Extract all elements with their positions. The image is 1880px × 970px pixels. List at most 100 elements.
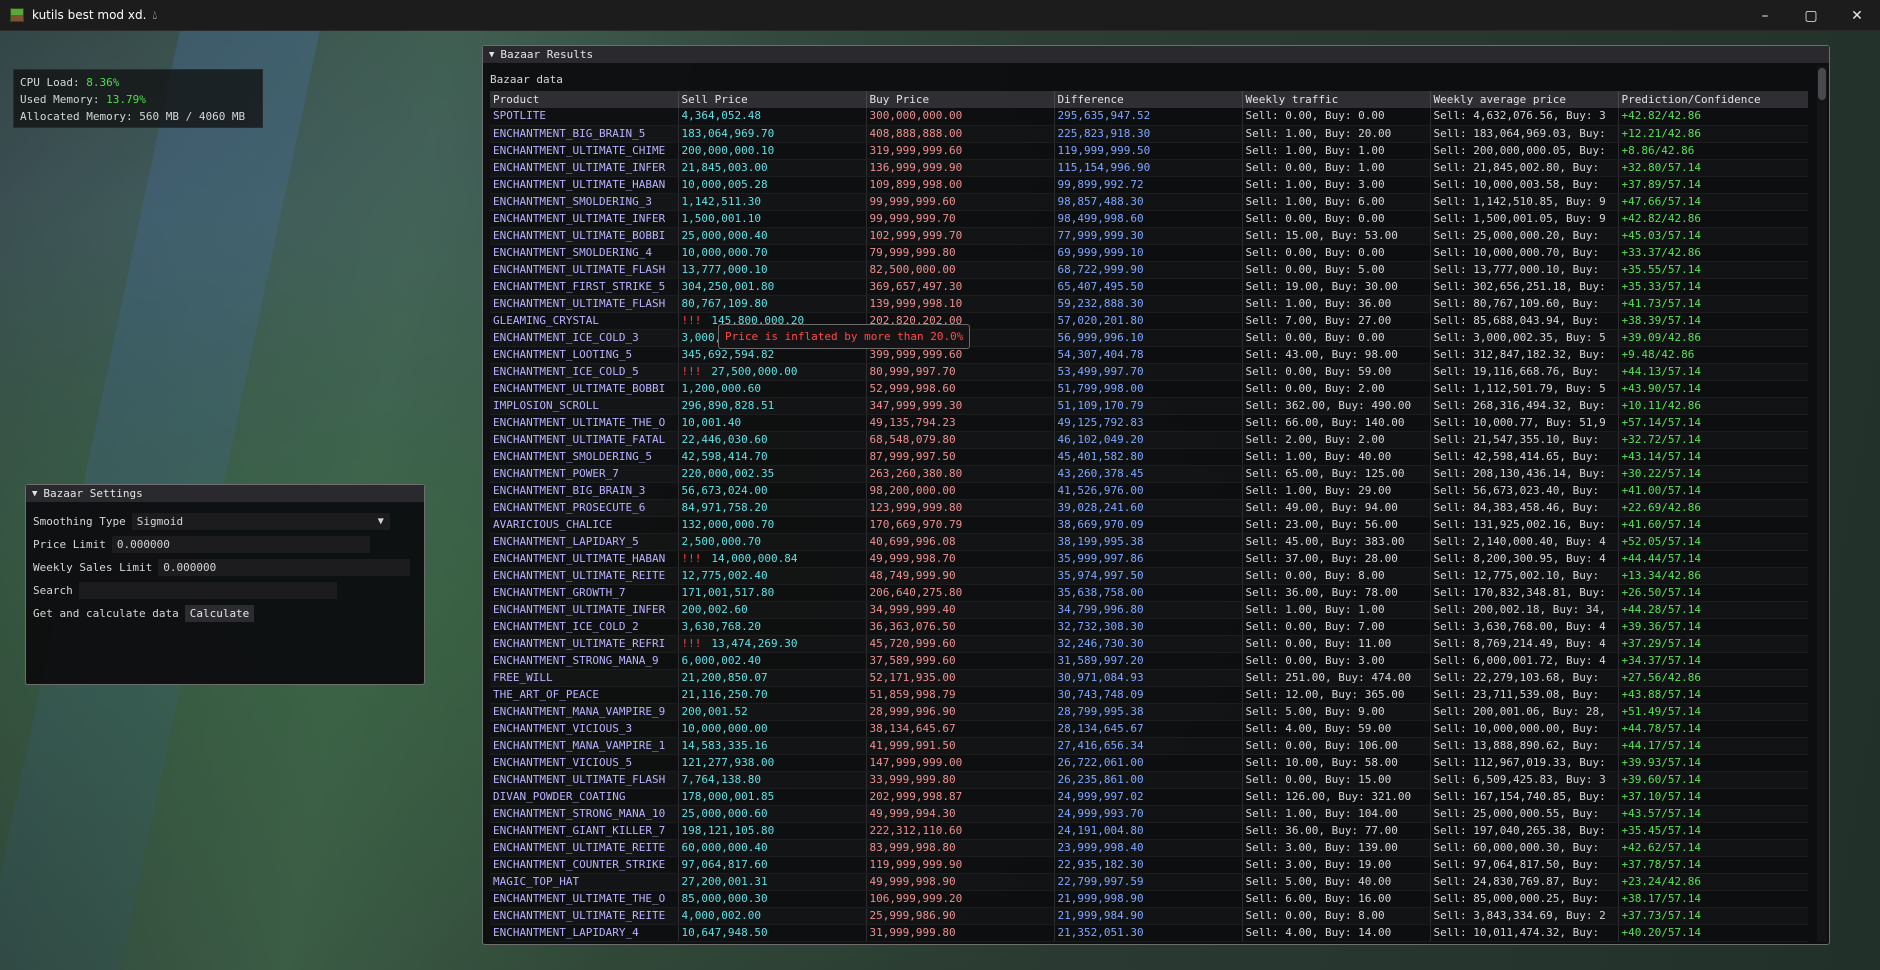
bazaar-settings-window[interactable]: ▼ Bazaar Settings Smoothing Type Sigmoid… <box>25 484 425 685</box>
table-row[interactable]: ENCHANTMENT_GIANT_KILLER_7 198,121,105.80… <box>490 822 1808 840</box>
table-row[interactable]: ENCHANTMENT_ULTIMATE_FLASH 13,777,000.10 8… <box>490 261 1808 279</box>
table-row[interactable]: ENCHANTMENT_MANA_VAMPIRE_9 200,001.52 28,9… <box>490 703 1808 721</box>
table-row[interactable]: ENCHANTMENT_LAPIDARY_4 10,647,948.50 31,99… <box>490 924 1808 942</box>
weekly-sales-limit-input[interactable]: 0.000000 <box>158 558 411 576</box>
close-icon[interactable]: ✕ <box>1834 0 1880 31</box>
table-row[interactable]: ENCHANTMENT_MANA_VAMPIRE_1 14,583,335.16 4… <box>490 737 1808 755</box>
table-row[interactable]: ENCHANTMENT_SMOLDERING_5 42,598,414.70 87,… <box>490 448 1808 466</box>
cell-product: ENCHANTMENT_ULTIMATE_HABAN <box>490 550 679 568</box>
table-row[interactable]: ENCHANTMENT_LOOTING_5 345,692,594.82 399,9… <box>490 346 1808 364</box>
table-row[interactable]: ENCHANTMENT_ULTIMATE_REITE 12,775,002.40 4… <box>490 567 1808 585</box>
table-row[interactable]: ENCHANTMENT_ULTIMATE_REITE 60,000,000.40 8… <box>490 839 1808 857</box>
table-row[interactable]: ENCHANTMENT_STRONG_MANA_10 25,000,000.60 4… <box>490 805 1808 823</box>
search-row: Search <box>33 581 337 599</box>
table-row[interactable]: ENCHANTMENT_POWER_7 220,000,002.35 263,260… <box>490 465 1808 483</box>
scrollbar-track[interactable] <box>1817 66 1827 942</box>
cell-weekly-traffic: Sell: 0.00, Buy: 8.00 <box>1242 567 1431 585</box>
cell-weekly-average-price: Sell: 167,154,740.85, Buy: <box>1430 788 1619 806</box>
table-row[interactable]: MAGIC_TOP_HAT 27,200,001.31 49,999,998.90 2… <box>490 873 1808 891</box>
calculate-button[interactable]: Calculate <box>184 604 255 622</box>
table-row[interactable]: AVARICIOUS_CHALICE 132,000,000.70 170,669,… <box>490 516 1808 534</box>
table-row[interactable]: ENCHANTMENT_COUNTER_STRIKE 97,064,817.60 1… <box>490 856 1808 874</box>
table-row[interactable]: ENCHANTMENT_ULTIMATE_THE_O 85,000,000.30 1… <box>490 890 1808 908</box>
table-row[interactable]: ENCHANTMENT_ULTIMATE_REITE 4,000,002.00 25… <box>490 907 1808 925</box>
table-row[interactable]: ENCHANTMENT_ICE_COLD_2 3,630,768.20 36,363… <box>490 618 1808 636</box>
table-row[interactable]: ENCHANTMENT_VICIOUS_5 121,277,938.00 147,9… <box>490 754 1808 772</box>
table-row[interactable]: ENCHANTMENT_ULTIMATE_INFER 1,500,001.10 99… <box>490 210 1808 228</box>
column-header-product[interactable]: Product <box>490 91 679 108</box>
table-row[interactable]: ENCHANTMENT_SMOLDERING_4 10,000,000.70 79,… <box>490 244 1808 262</box>
table-row[interactable]: ENCHANTMENT_ULTIMATE_FATAL 22,446,030.60 6… <box>490 431 1808 449</box>
column-header-buy-price[interactable]: Buy Price <box>866 91 1055 108</box>
table-row[interactable]: ENCHANTMENT_ULTIMATE_INFER 21,845,003.00 1… <box>490 159 1808 177</box>
table-row[interactable]: ENCHANTMENT_GROWTH_7 171,001,517.80 206,64… <box>490 584 1808 602</box>
table-row[interactable]: ENCHANTMENT_SMOLDERING_3 1,142,511.30 99,9… <box>490 193 1808 211</box>
maximize-icon[interactable]: ▢ <box>1788 0 1834 31</box>
table-header-row: Product Sell Price Buy Price Difference Week… <box>490 91 1808 108</box>
table-row[interactable]: ENCHANTMENT_ULTIMATE_FLASH 7,764,138.80 33… <box>490 771 1808 789</box>
table-row[interactable]: ENCHANTMENT_ICE_COLD_5!!! 27,500,000.00 80… <box>490 363 1808 381</box>
table-row[interactable]: GLEAMING_CRYSTAL!!! 145,800,000.20 202,820… <box>490 312 1808 330</box>
bazaar-results-window[interactable]: ▼ Bazaar Results Bazaar data Product Sell… <box>482 45 1830 945</box>
inflated-warning-marker[interactable]: !!! <box>682 314 702 327</box>
column-header-weekly-traffic[interactable]: Weekly traffic <box>1242 91 1431 108</box>
table-row[interactable]: DIVAN_POWDER_COATING 178,000,001.85 202,99… <box>490 788 1808 806</box>
table-row[interactable]: ENCHANTMENT_ULTIMATE_THE_O 10,001.40 49,13… <box>490 414 1808 432</box>
table-row[interactable]: FREE_WILL 21,200,850.07 52,171,935.00 30,97… <box>490 669 1808 687</box>
cell-product: ENCHANTMENT_ULTIMATE_REITE <box>490 567 679 585</box>
minimize-icon[interactable]: – <box>1742 0 1788 31</box>
cell-buy-price: 106,999,999.20 <box>866 890 1055 908</box>
calculate-row: Get and calculate data Calculate <box>33 604 255 622</box>
table-row[interactable]: ENCHANTMENT_ULTIMATE_BOBBI 25,000,000.40 1… <box>490 227 1808 245</box>
column-header-difference[interactable]: Difference <box>1054 91 1243 108</box>
bazaar-settings-titlebar[interactable]: ▼ Bazaar Settings <box>26 485 424 502</box>
cell-weekly-average-price: Sell: 268,316,494.32, Buy: <box>1430 397 1619 415</box>
column-header-weekly-average-price[interactable]: Weekly average price <box>1430 91 1619 108</box>
cell-product: ENCHANTMENT_FIRST_STRIKE_5 <box>490 278 679 296</box>
cell-difference: 32,732,308.30 <box>1054 618 1243 636</box>
table-row[interactable]: ENCHANTMENT_FIRST_STRIKE_5 304,250,001.80… <box>490 278 1808 296</box>
table-row[interactable]: ENCHANTMENT_ULTIMATE_INFER 200,002.60 34,9… <box>490 601 1808 619</box>
cell-weekly-average-price: Sell: 200,001.06, Buy: 28, <box>1430 703 1619 721</box>
price-limit-input[interactable]: 0.000000 <box>111 535 370 553</box>
column-header-sell-price[interactable]: Sell Price <box>678 91 867 108</box>
bazaar-table-container[interactable]: Product Sell Price Buy Price Difference Week… <box>490 91 1808 943</box>
sell-price-value: 13,474,269.30 <box>711 636 798 650</box>
table-row[interactable]: ENCHANTMENT_ULTIMATE_CHIME 200,000,000.10… <box>490 142 1808 160</box>
collapse-arrow-icon[interactable]: ▼ <box>32 489 37 499</box>
cell-weekly-average-price: Sell: 197,040,265.38, Buy: <box>1430 822 1619 840</box>
table-row[interactable]: ENCHANTMENT_ULTIMATE_HABAN!!! 14,000,000.… <box>490 550 1808 568</box>
table-row[interactable]: ENCHANTMENT_BIG_BRAIN_3 56,673,024.00 98,2… <box>490 482 1808 500</box>
inflated-warning-marker[interactable]: !!! <box>682 552 702 565</box>
table-row[interactable]: ENCHANTMENT_VICIOUS_3 10,000,000.00 38,134… <box>490 720 1808 738</box>
table-row[interactable]: ENCHANTMENT_ULTIMATE_REFRI!!! 13,474,269.… <box>490 635 1808 653</box>
smoothing-type-select[interactable]: Sigmoid ▼ <box>131 512 390 530</box>
bazaar-results-titlebar[interactable]: ▼ Bazaar Results <box>483 46 1829 63</box>
table-row[interactable]: ENCHANTMENT_STRONG_MANA_9 6,000,002.40 37,… <box>490 652 1808 670</box>
table-row[interactable]: ENCHANTMENT_PROSECUTE_6 84,971,758.20 123,… <box>490 499 1808 517</box>
table-row[interactable]: ENCHANTMENT_ULTIMATE_HABAN 10,000,005.28 1… <box>490 176 1808 194</box>
cell-weekly-average-price: Sell: 13,777,000.10, Buy: <box>1430 261 1619 279</box>
collapse-arrow-icon[interactable]: ▼ <box>489 50 494 60</box>
cell-weekly-average-price: Sell: 25,000,000.55, Buy: <box>1430 805 1619 823</box>
inflated-warning-marker[interactable]: !!! <box>682 637 702 650</box>
table-row[interactable]: THE_ART_OF_PEACE 21,116,250.70 51,859,998.… <box>490 686 1808 704</box>
search-input[interactable] <box>78 581 337 599</box>
table-row[interactable]: SPOTLITE 4,364,052.48 300,000,000.00 295,63… <box>490 108 1808 126</box>
scrollbar-thumb[interactable] <box>1818 68 1826 100</box>
table-row[interactable]: ENCHANTMENT_ICE_COLD_33,000,002.4059,999… <box>490 329 1808 347</box>
inflated-warning-marker[interactable]: !!! <box>682 365 702 378</box>
dropdown-arrow-icon[interactable]: ▼ <box>378 516 384 527</box>
table-row[interactable]: ENCHANTMENT_LAPIDARY_5 2,500,000.70 40,699… <box>490 533 1808 551</box>
table-row[interactable]: ENCHANTMENT_BIG_BRAIN_5 183,064,969.70 408… <box>490 125 1808 143</box>
table-row[interactable]: ENCHANTMENT_ULTIMATE_BOBBI 1,200,000.60 52… <box>490 380 1808 398</box>
cell-prediction-confidence: +35.33/57.14 <box>1618 278 1808 296</box>
cell-difference: 24,191,004.80 <box>1054 822 1243 840</box>
cell-weekly-traffic: Sell: 0.00, Buy: 0.00 <box>1242 244 1431 262</box>
cell-buy-price: 87,999,997.50 <box>866 448 1055 466</box>
cell-weekly-average-price: Sell: 3,000,002.35, Buy: 5 <box>1430 329 1619 347</box>
cell-weekly-traffic: Sell: 1.00, Buy: 36.00 <box>1242 295 1431 313</box>
table-row[interactable]: IMPLOSION_SCROLL 296,890,828.51 347,999,99… <box>490 397 1808 415</box>
column-header-prediction-confidence[interactable]: Prediction/Confidence <box>1618 91 1808 108</box>
table-row[interactable]: ENCHANTMENT_ULTIMATE_FLASH 80,767,109.80 1… <box>490 295 1808 313</box>
